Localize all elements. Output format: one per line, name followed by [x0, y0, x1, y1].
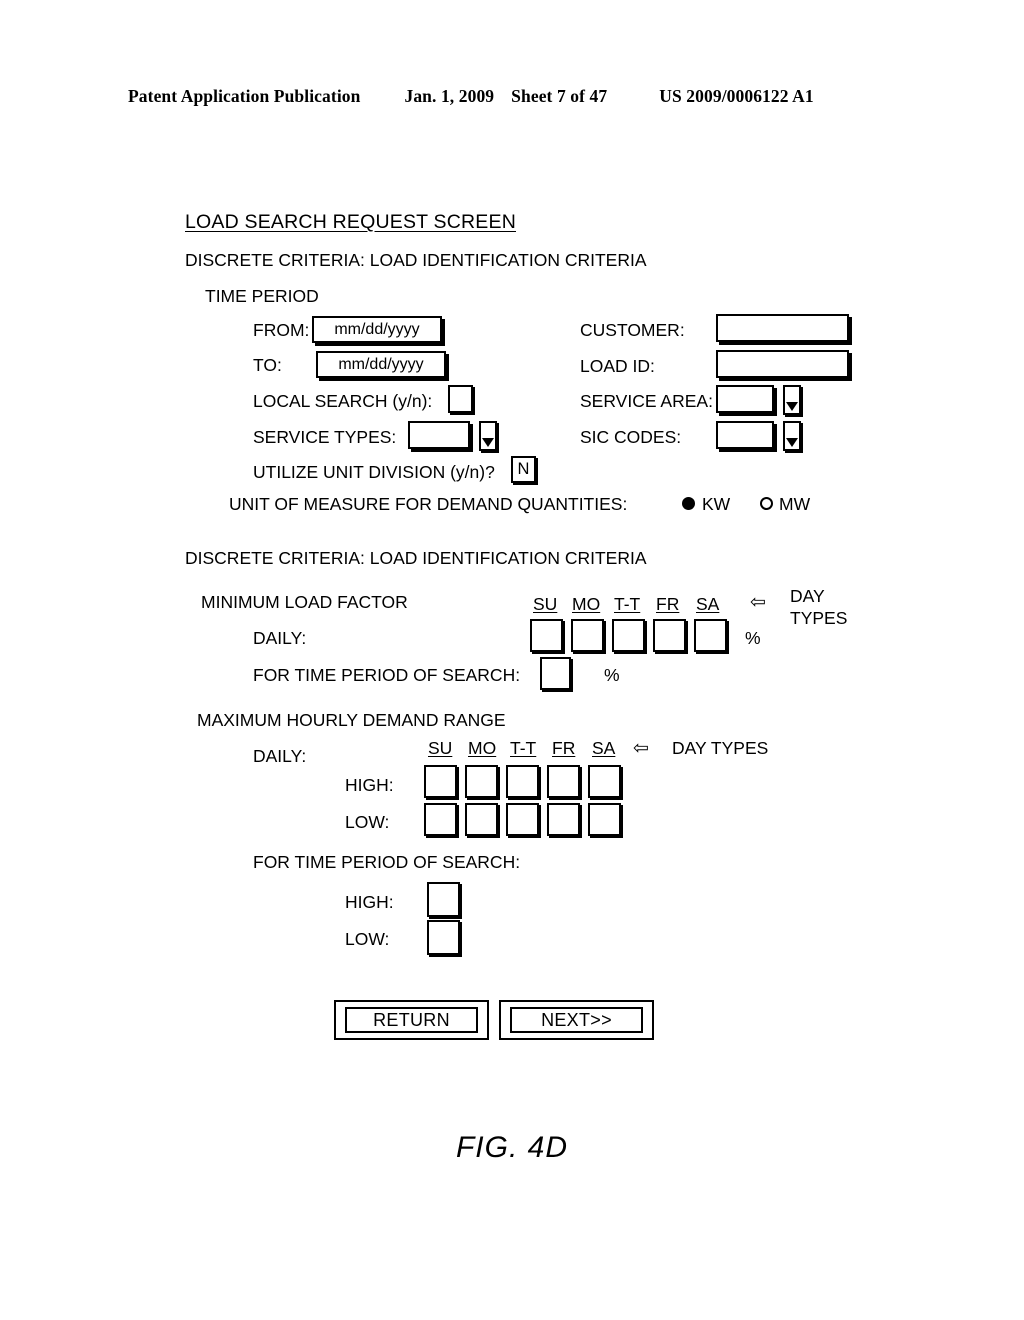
local-search-input[interactable]	[448, 385, 473, 413]
mlf-day-header-tt: T-T	[614, 594, 641, 614]
return-button[interactable]: RETURN	[334, 1000, 489, 1040]
service-types-input[interactable]	[408, 421, 470, 449]
mhd-high-input-su[interactable]	[424, 765, 457, 798]
mhd-low-input-sa[interactable]	[588, 803, 621, 836]
sic-codes-dropdown-button[interactable]	[783, 421, 801, 451]
service-area-dropdown-button[interactable]	[783, 385, 801, 415]
load-search-request-screen: LOAD SEARCH REQUEST SCREEN DISCRETE CRIT…	[0, 0, 1024, 1320]
service-types-dropdown-button[interactable]	[479, 421, 497, 451]
mhd-low-input-su[interactable]	[424, 803, 457, 836]
mhd-high-label: HIGH:	[345, 775, 394, 795]
local-search-label: LOCAL SEARCH (y/n):	[253, 391, 433, 411]
load-id-input[interactable]	[716, 350, 849, 378]
sic-codes-label: SIC CODES:	[580, 427, 682, 447]
mlf-day-header-sa: SA	[696, 594, 720, 614]
mhd-low-input-fr[interactable]	[547, 803, 580, 836]
mlf-day-types-caption-line2: TYPES	[790, 608, 848, 628]
mhd-tp-low-label: LOW:	[345, 929, 390, 949]
mlf-daily-input-su[interactable]	[530, 619, 563, 652]
page-title: LOAD SEARCH REQUEST SCREEN	[185, 211, 516, 233]
return-button-label: RETURN	[373, 1009, 450, 1030]
to-label: TO:	[253, 355, 282, 375]
next-button-inner: NEXT>>	[510, 1007, 643, 1033]
service-types-label: SERVICE TYPES:	[253, 427, 397, 447]
mhd-day-header-mo: MO	[468, 738, 497, 758]
figure-caption: FIG. 4D	[455, 1131, 568, 1164]
unit-of-measure-radio-kw[interactable]	[682, 497, 695, 510]
mlf-day-types-caption-line1: DAY	[790, 586, 825, 606]
mlf-time-period-label: FOR TIME PERIOD OF SEARCH:	[253, 665, 521, 685]
mlf-daily-input-sa[interactable]	[694, 619, 727, 652]
return-button-inner: RETURN	[345, 1007, 478, 1033]
mlf-daily-label: DAILY:	[253, 628, 307, 648]
chevron-down-icon	[786, 438, 798, 447]
mhd-day-types-caption: DAY TYPES	[672, 738, 769, 758]
mhd-low-input-mo[interactable]	[465, 803, 498, 836]
mhd-high-input-fr[interactable]	[547, 765, 580, 798]
mhd-day-header-su: SU	[428, 738, 453, 758]
sic-codes-input[interactable]	[716, 421, 774, 449]
minimum-load-factor-heading: MINIMUM LOAD FACTOR	[201, 592, 408, 612]
utilize-unit-division-input[interactable]: N	[511, 456, 536, 483]
mhd-day-types-arrow-icon: ⇦	[633, 738, 649, 759]
max-hourly-demand-heading: MAXIMUM HOURLY DEMAND RANGE	[197, 710, 506, 730]
to-date-input[interactable]: mm/dd/yyyy	[316, 351, 446, 378]
mlf-day-header-mo: MO	[572, 594, 601, 614]
mlf-time-period-percent-symbol: %	[604, 665, 620, 685]
mlf-daily-input-tt[interactable]	[612, 619, 645, 652]
section-heading-discrete-criteria-2: DISCRETE CRITERIA: LOAD IDENTIFICATION C…	[185, 548, 647, 568]
next-button[interactable]: NEXT>>	[499, 1000, 654, 1040]
unit-of-measure-radio-mw[interactable]	[760, 497, 773, 510]
mlf-day-types-arrow-icon: ⇦	[750, 592, 766, 613]
from-date-input[interactable]: mm/dd/yyyy	[312, 316, 442, 343]
mhd-tp-high-input[interactable]	[427, 882, 460, 917]
mhd-day-header-sa: SA	[592, 738, 616, 758]
chevron-down-icon	[482, 438, 494, 447]
mhd-day-header-tt: T-T	[510, 738, 537, 758]
mhd-high-input-sa[interactable]	[588, 765, 621, 798]
mhd-daily-label: DAILY:	[253, 746, 307, 766]
next-button-label: NEXT>>	[541, 1009, 612, 1030]
customer-input[interactable]	[716, 314, 849, 342]
utilize-unit-division-label: UTILIZE UNIT DIVISION (y/n)?	[253, 462, 495, 482]
mhd-high-input-mo[interactable]	[465, 765, 498, 798]
mhd-tp-high-label: HIGH:	[345, 892, 394, 912]
mhd-day-header-fr: FR	[552, 738, 576, 758]
mlf-daily-percent-symbol: %	[745, 628, 761, 648]
chevron-down-icon	[786, 402, 798, 411]
service-area-input[interactable]	[716, 385, 774, 413]
mhd-high-input-tt[interactable]	[506, 765, 539, 798]
customer-label: CUSTOMER:	[580, 320, 685, 340]
unit-of-measure-mw-label: MW	[779, 494, 811, 514]
unit-of-measure-kw-label: KW	[702, 494, 731, 514]
service-area-label: SERVICE AREA:	[580, 391, 713, 411]
load-id-label: LOAD ID:	[580, 356, 655, 376]
section-heading-discrete-criteria-1: DISCRETE CRITERIA: LOAD IDENTIFICATION C…	[185, 250, 647, 270]
mlf-day-header-su: SU	[533, 594, 558, 614]
mlf-daily-input-mo[interactable]	[571, 619, 604, 652]
mhd-tp-low-input[interactable]	[427, 920, 460, 955]
mlf-day-header-fr: FR	[656, 594, 680, 614]
mhd-time-period-label: FOR TIME PERIOD OF SEARCH:	[253, 852, 521, 872]
unit-of-measure-label: UNIT OF MEASURE FOR DEMAND QUANTITIES:	[229, 494, 628, 514]
mlf-daily-input-fr[interactable]	[653, 619, 686, 652]
mlf-time-period-input[interactable]	[540, 657, 571, 690]
time-period-label: TIME PERIOD	[205, 286, 319, 306]
from-label: FROM:	[253, 320, 310, 340]
mhd-low-label: LOW:	[345, 812, 390, 832]
mhd-low-input-tt[interactable]	[506, 803, 539, 836]
